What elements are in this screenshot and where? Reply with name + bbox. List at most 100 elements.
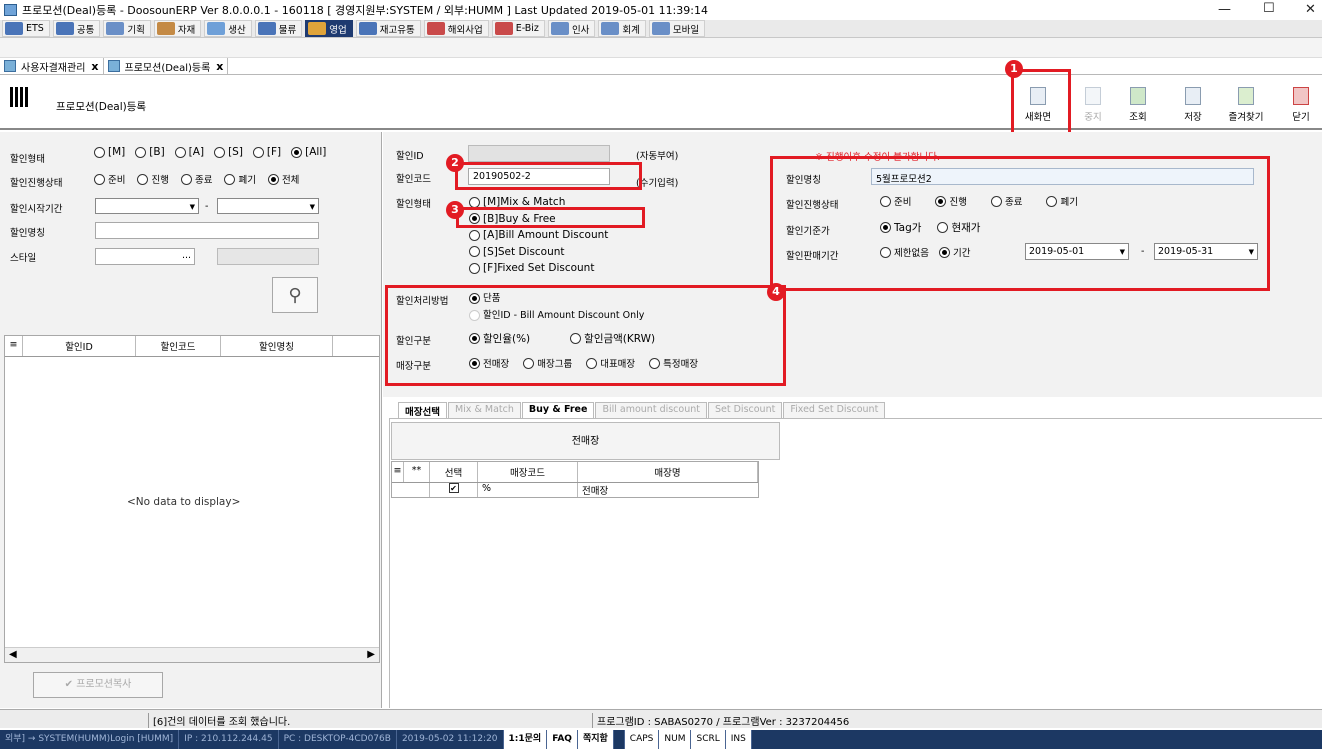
close-tab-icon[interactable]: x [216, 60, 223, 73]
col-id[interactable]: 할인ID [23, 336, 136, 356]
radio-icon [469, 262, 480, 274]
close-button[interactable]: 닫기 [1280, 84, 1322, 124]
minimize-button[interactable]: — [1218, 2, 1231, 17]
col-select[interactable]: 선택 [430, 462, 478, 482]
type-radio-5[interactable]: [All] [291, 146, 326, 158]
stop-button[interactable]: 중지 [1072, 84, 1114, 124]
taskbar-item-4[interactable]: 1:1문의 [503, 730, 548, 749]
status-radio-4[interactable]: 전체 [267, 172, 299, 186]
menu-3[interactable]: 자재 [153, 20, 202, 37]
taskbar-item-11: INS [725, 730, 752, 749]
menu-12[interactable]: 모바일 [648, 20, 706, 37]
subtab-0[interactable]: 매장선택 [398, 402, 447, 418]
type-radio-3[interactable]: [S] [214, 146, 243, 158]
info-taskbar: 외부] → SYSTEM(HUMM)Login [HUMM] IP : 210.1… [0, 730, 1322, 749]
type-radio-group: [M] [B] [A] [S] [F] [All] [94, 146, 326, 158]
taskbar-item-6[interactable]: 쪽지함 [577, 730, 614, 749]
menu-11[interactable]: 회계 [598, 20, 646, 37]
menu-spacer [0, 38, 1322, 58]
col-store-name[interactable]: 매장명 [578, 462, 758, 482]
style-lookup-button[interactable]: ... [182, 250, 191, 261]
status-radio-1[interactable]: 진행 [137, 172, 169, 186]
menu-8[interactable]: 해외사업 [423, 20, 489, 37]
tab-approval[interactable]: 사용자결재관리 x [0, 58, 104, 74]
type-radio-0[interactable]: [M] [94, 146, 125, 158]
subtab-4[interactable]: Set Discount [708, 402, 783, 418]
status-radio-3[interactable]: 폐기 [224, 172, 256, 186]
menu-label: 자재 [177, 24, 196, 36]
deal-type-radio-3[interactable]: [S]Set Discount [469, 244, 608, 261]
taskbar-item-0: 외부] → SYSTEM(HUMM)Login [HUMM] [0, 730, 180, 749]
save-button[interactable]: 저장 [1172, 84, 1214, 124]
copy-promotion-button[interactable]: ✔ 프로모션복사 [33, 672, 163, 698]
radio-label: [F]Fixed Set Discount [483, 262, 595, 274]
check-icon: ✔ [64, 679, 73, 690]
period-start-dropdown[interactable]: ▼ [95, 198, 199, 214]
radio-label: 종료 [194, 175, 213, 186]
type-label: 할인형태 [10, 154, 45, 165]
menu-9[interactable]: E-Biz [491, 20, 545, 37]
menu-4[interactable]: 생산 [204, 20, 252, 37]
module-icon [55, 22, 74, 35]
horizontal-scrollbar[interactable]: ◀ ▶ [5, 647, 379, 662]
menu-6[interactable]: 영업 [305, 20, 353, 37]
type-radio-2[interactable]: [A] [174, 146, 204, 158]
maximize-button[interactable]: ☐ [1263, 1, 1275, 16]
status-radio-0[interactable]: 준비 [94, 172, 125, 186]
subtab-2[interactable]: Buy & Free [521, 402, 595, 418]
period-end-dropdown[interactable]: ▼ [217, 198, 319, 214]
close-window-button[interactable]: ✕ [1305, 2, 1316, 17]
col-marker: ** [404, 462, 430, 482]
favorites-button[interactable]: 즐겨찾기 [1225, 84, 1267, 124]
subtab-3[interactable]: Bill amount discount [595, 402, 707, 418]
module-icon [426, 22, 445, 35]
deal-type-radio-4[interactable]: [F]Fixed Set Discount [469, 260, 608, 277]
tab-promotion[interactable]: 프로모션(Deal)등록 x [104, 58, 229, 74]
subtab-5[interactable]: Fixed Set Discount [783, 402, 886, 418]
menu-0[interactable]: ETS [2, 20, 50, 37]
taskbar-item-5[interactable]: FAQ [547, 730, 578, 749]
type-radio-4[interactable]: [F] [252, 146, 281, 158]
scroll-right-icon[interactable]: ▶ [367, 649, 375, 660]
radio-icon [174, 146, 186, 158]
grid-menu-icon[interactable]: ≡ [392, 462, 404, 482]
taskbar-item-3: 2019-05-02 11:12:20 [397, 730, 504, 749]
qr-code-icon [10, 87, 30, 107]
code-label: 할인코드 [396, 174, 431, 185]
callout-badge-4: 4 [767, 283, 785, 301]
menu-label: 해외사업 [447, 24, 483, 36]
scroll-left-icon[interactable]: ◀ [9, 649, 17, 660]
status-radio-2[interactable]: 종료 [180, 172, 213, 186]
search-doc-icon [1130, 87, 1146, 105]
module-icon [358, 22, 377, 35]
menu-label: 모바일 [672, 24, 700, 36]
table-row[interactable]: ✔ % 전매장 [392, 483, 758, 497]
menu-1[interactable]: 공통 [52, 20, 101, 37]
style-input[interactable]: ... [95, 248, 195, 265]
type-radio-1[interactable]: [B] [135, 146, 165, 158]
grid-menu-icon[interactable]: ≡ [5, 336, 23, 356]
col-store-code[interactable]: 매장코드 [478, 462, 578, 482]
store-grid-header: ≡ ** 선택 매장코드 매장명 [392, 462, 758, 483]
subtab-1[interactable]: Mix & Match [447, 402, 521, 418]
col-name[interactable]: 할인명칭 [221, 336, 333, 356]
menu-2[interactable]: 기획 [103, 20, 151, 37]
close-tab-icon[interactable]: x [91, 60, 98, 73]
promotion-list: ≡ 할인ID 할인코드 할인명칭 <No data to display> ◀ … [0, 322, 382, 708]
radio-label: [S]Set Discount [483, 245, 565, 258]
program-header: 프로모션(Deal)등록 새화면 중지 조회 저장 즐겨찾기 닫기 [0, 75, 1322, 130]
search-magnifier-button[interactable]: ⚲ [272, 277, 318, 313]
menu-10[interactable]: 인사 [547, 20, 596, 37]
menu-5[interactable]: 물류 [254, 20, 303, 37]
search-button[interactable]: 조회 [1117, 84, 1159, 124]
module-icon [601, 22, 620, 35]
empty-message: <No data to display> [127, 496, 241, 508]
select-checkbox[interactable]: ✔ [430, 483, 478, 497]
name-input[interactable] [95, 222, 319, 239]
menu-7[interactable]: 재고유통 [355, 20, 421, 37]
page-title: 프로모션(Deal)등록 [56, 101, 147, 113]
col-code[interactable]: 할인코드 [136, 336, 221, 356]
type-label: 할인형태 [396, 199, 431, 210]
deal-type-radio-2[interactable]: [A]Bill Amount Discount [469, 227, 608, 244]
menu-label: ETS [26, 23, 44, 34]
